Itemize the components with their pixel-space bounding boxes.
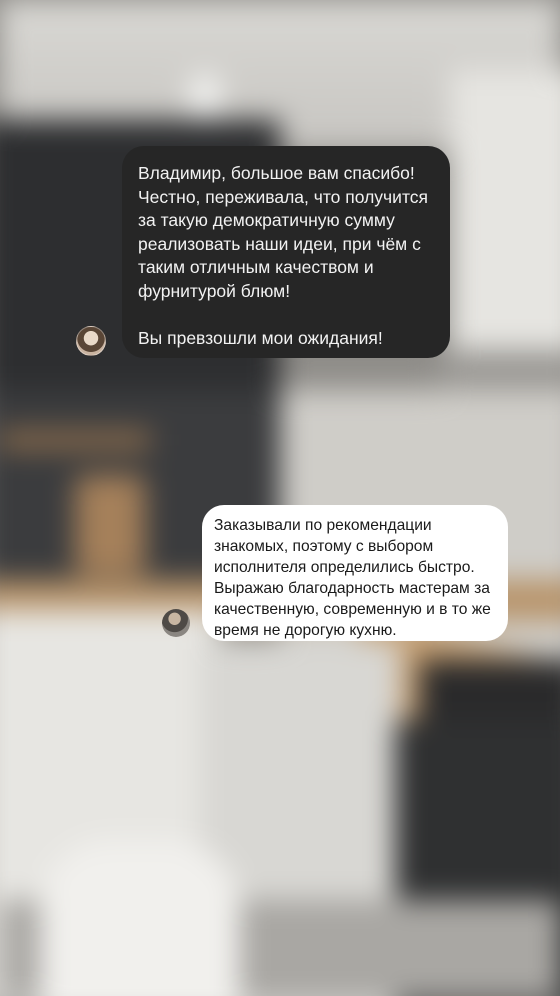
- review-comment: Владимир, большое вам спасибо! Честно, п…: [76, 146, 450, 358]
- story-view: Владимир, большое вам спасибо! Честно, п…: [0, 0, 560, 996]
- review-comment: Заказывали по рекомендации знакомых, поэ…: [162, 505, 508, 641]
- comment-bubble: Владимир, большое вам спасибо! Честно, п…: [122, 146, 450, 358]
- comment-bubble: Заказывали по рекомендации знакомых, поэ…: [202, 505, 508, 641]
- avatar[interactable]: [76, 326, 106, 356]
- avatar[interactable]: [162, 609, 190, 637]
